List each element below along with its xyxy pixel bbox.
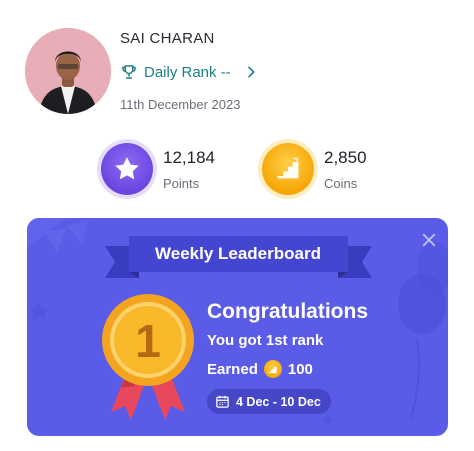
avatar-photo — [25, 28, 111, 114]
coins-label: Coins — [324, 175, 358, 191]
daily-rank-label: Daily Rank -- — [144, 63, 231, 81]
profile-date: 11th December 2023 — [120, 97, 241, 112]
daily-rank-link[interactable]: Daily Rank -- — [120, 63, 259, 81]
avatar — [25, 28, 111, 114]
points-value: 12,184 — [163, 147, 215, 167]
medal-rank: 1 — [135, 315, 161, 367]
chevron-right-icon — [247, 66, 255, 78]
points-label: Points — [163, 175, 200, 191]
trophy-icon — [122, 65, 136, 79]
coins-value: 2,850 — [324, 147, 367, 167]
date-range: 4 Dec - 10 Dec — [236, 394, 321, 409]
coin-icon — [263, 360, 282, 378]
coins-stat: 2,850 Coins — [262, 143, 367, 195]
earned-value: 100 — [287, 360, 313, 378]
stairs-icon — [277, 157, 299, 179]
calendar-icon — [216, 395, 229, 408]
star-icon — [115, 157, 139, 180]
congrats-title: Congratulations — [207, 300, 368, 323]
username: SAI CHARAN — [120, 30, 215, 47]
close-icon[interactable] — [420, 231, 438, 249]
banner-title: Weekly Leaderboard — [155, 244, 321, 263]
earned-label: Earned — [207, 360, 258, 378]
points-badge — [101, 143, 153, 195]
rank-subtitle: You got 1st rank — [207, 332, 324, 349]
points-stat: 12,184 Points — [101, 143, 215, 195]
earned-row: Earned 100 — [207, 360, 313, 378]
weekly-leaderboard-card: Weekly Leaderboard 1 Congratulations You… — [27, 218, 448, 436]
date-range-pill: 4 Dec - 10 Dec — [207, 389, 331, 414]
coins-badge — [262, 143, 314, 195]
medal-icon: 1 — [102, 294, 194, 420]
